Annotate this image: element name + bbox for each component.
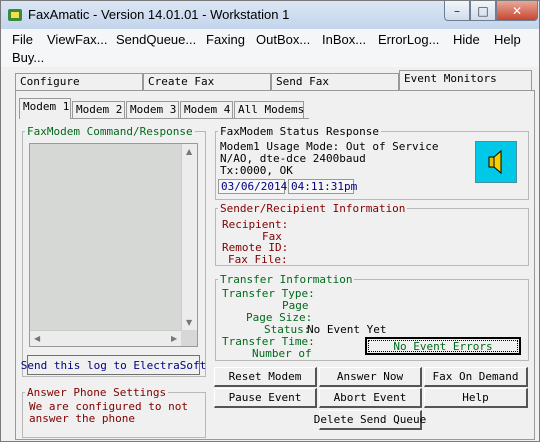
answer-phone-legend: Answer Phone Settings <box>27 386 167 399</box>
tab-modem-4[interactable]: Modem 4 <box>180 101 233 119</box>
menu-hide[interactable]: Hide <box>452 32 481 47</box>
answer-line-2: answer the phone <box>29 412 135 425</box>
app-icon <box>8 9 22 21</box>
menu-buy[interactable]: Buy... <box>11 50 45 65</box>
scroll-down-icon[interactable]: ▼ <box>186 318 192 327</box>
status-line-3: Tx:0000, OK <box>220 164 293 177</box>
speaker-glyph-icon <box>488 149 502 175</box>
transfer-info-legend: Transfer Information <box>220 273 353 286</box>
log-horizontal-scrollbar[interactable]: ◀ ▶ <box>30 330 181 346</box>
fax-file-label: Fax File: <box>228 253 288 266</box>
menu-bar: File ViewFax... SendQueue... Faxing OutB… <box>1 29 539 67</box>
menu-help[interactable]: Help <box>493 32 522 47</box>
tab-modem-1[interactable]: Modem 1 <box>19 98 71 119</box>
title-bar: FaxAmatic - Version 14.01.01 - Workstati… <box>1 1 539 29</box>
scroll-left-icon[interactable]: ◀ <box>34 334 40 343</box>
status-time: 04:11:31pm <box>288 179 357 194</box>
command-log-box[interactable] <box>29 143 198 347</box>
status-response-legend: FaxModem Status Response <box>220 125 379 138</box>
status-value: No Event Yet <box>307 323 387 336</box>
menu-faxing[interactable]: Faxing <box>205 32 246 47</box>
delete-send-queue-button[interactable]: Delete Send Queue <box>314 410 426 430</box>
send-log-button[interactable]: Send this log to ElectraSoft <box>21 355 206 375</box>
tab-modem-3[interactable]: Modem 3 <box>126 101 179 119</box>
command-response-legend: FaxModem Command/Response <box>27 125 193 138</box>
pause-event-button[interactable]: Pause Event <box>214 388 317 408</box>
menu-viewfax[interactable]: ViewFax... <box>46 32 108 47</box>
tab-create-fax[interactable]: Create Fax <box>143 73 271 91</box>
scroll-right-icon[interactable]: ▶ <box>171 334 177 343</box>
sender-recipient-legend: Sender/Recipient Information <box>220 202 406 215</box>
tab-configure[interactable]: Configure <box>15 73 143 91</box>
answer-now-button[interactable]: Answer Now <box>319 367 422 387</box>
menu-errorlog[interactable]: ErrorLog... <box>377 32 440 47</box>
menu-outbox[interactable]: OutBox... <box>255 32 311 47</box>
menu-file[interactable]: File <box>11 32 34 47</box>
scroll-up-icon[interactable]: ▲ <box>186 147 192 156</box>
abort-event-button[interactable]: Abort Event <box>319 388 422 408</box>
event-errors-button[interactable]: No Event Errors <box>365 337 521 355</box>
tab-modem-2[interactable]: Modem 2 <box>72 101 125 119</box>
reset-modem-button[interactable]: Reset Modem <box>214 367 317 387</box>
minimize-icon[interactable]: – <box>444 1 470 21</box>
help-button[interactable]: Help <box>424 388 528 408</box>
tab-send-fax[interactable]: Send Fax <box>271 73 399 91</box>
status-date: 03/06/2014 <box>218 179 287 194</box>
tab-all-modems[interactable]: All Modems <box>234 101 304 119</box>
fax-on-demand-button[interactable]: Fax On Demand <box>424 367 528 387</box>
maximize-icon[interactable]: □ <box>470 1 496 21</box>
log-vertical-scrollbar[interactable]: ▲ ▼ <box>181 144 197 330</box>
speaker-icon[interactable] <box>475 141 517 183</box>
close-icon[interactable]: ✕ <box>496 1 538 21</box>
window-title: FaxAmatic - Version 14.01.01 - Workstati… <box>28 7 290 22</box>
app-window: FaxAmatic - Version 14.01.01 - Workstati… <box>0 0 540 442</box>
menu-inbox[interactable]: InBox... <box>321 32 367 47</box>
tab-event-monitors[interactable]: Event Monitors <box>399 70 532 90</box>
number-of-label: Number of <box>252 347 312 360</box>
menu-sendqueue[interactable]: SendQueue... <box>115 32 197 47</box>
